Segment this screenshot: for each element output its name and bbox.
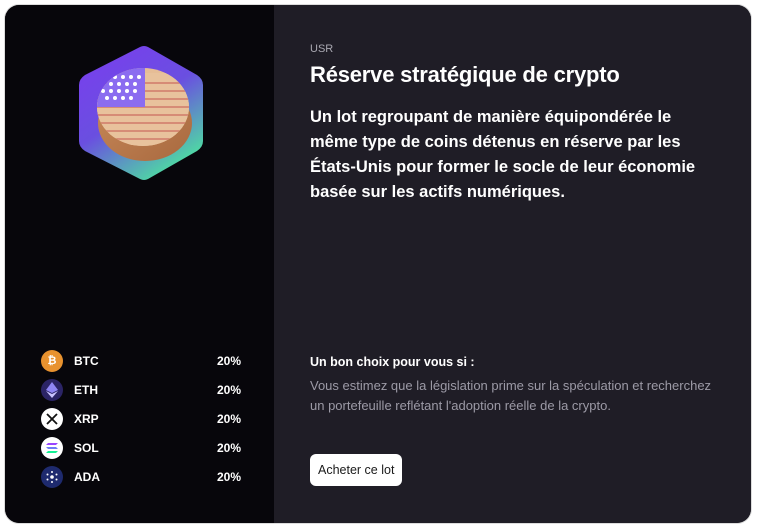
good-choice-text: Vous estimez que la législation prime su… <box>310 378 712 413</box>
coin-symbol: ADA <box>74 469 100 484</box>
coin-symbol: XRP <box>74 411 99 426</box>
coin-allocation-list: ₿ BTC 20% ETH 20% XRP 20% SOL 20% ADA 20… <box>41 346 241 491</box>
coin-row-btc: ₿ BTC 20% <box>41 346 241 375</box>
coin-row-xrp: XRP 20% <box>41 404 241 433</box>
coin-percent: 20% <box>216 353 241 368</box>
us-flag-coin-icon <box>79 46 203 180</box>
coin-row-eth: ETH 20% <box>41 375 241 404</box>
xrp-icon <box>41 407 63 430</box>
coin-symbol: SOL <box>74 440 99 455</box>
coin-symbol: ETH <box>74 382 98 397</box>
basket-ticker: USR <box>310 43 334 55</box>
coin-percent: 20% <box>216 440 241 455</box>
coin-percent: 20% <box>216 469 241 484</box>
basket-title: Réserve stratégique de crypto <box>310 62 620 87</box>
coin-row-sol: SOL 20% <box>41 433 241 462</box>
basket-description: Un lot regroupant de manière équipondéré… <box>310 108 696 201</box>
bitcoin-icon: ₿ <box>41 349 63 372</box>
solana-icon <box>41 436 63 459</box>
coin-symbol: BTC <box>74 353 99 368</box>
coin-percent: 20% <box>216 382 241 397</box>
coin-percent: 20% <box>216 411 241 426</box>
good-choice-title: Un bon choix pour vous si : <box>310 355 475 369</box>
basket-info-panel: USR Réserve stratégique de crypto Un lot… <box>274 5 751 523</box>
ethereum-icon <box>41 378 63 401</box>
basket-logo <box>73 43 208 183</box>
cardano-icon <box>41 465 63 488</box>
buy-basket-button[interactable]: Acheter ce lot <box>310 454 403 486</box>
coin-row-ada: ADA 20% <box>41 462 241 491</box>
basket-card: ₿ BTC 20% ETH 20% XRP 20% SOL 20% ADA 20… <box>5 5 751 523</box>
basket-visual-panel: ₿ BTC 20% ETH 20% XRP 20% SOL 20% ADA 20… <box>5 5 274 523</box>
